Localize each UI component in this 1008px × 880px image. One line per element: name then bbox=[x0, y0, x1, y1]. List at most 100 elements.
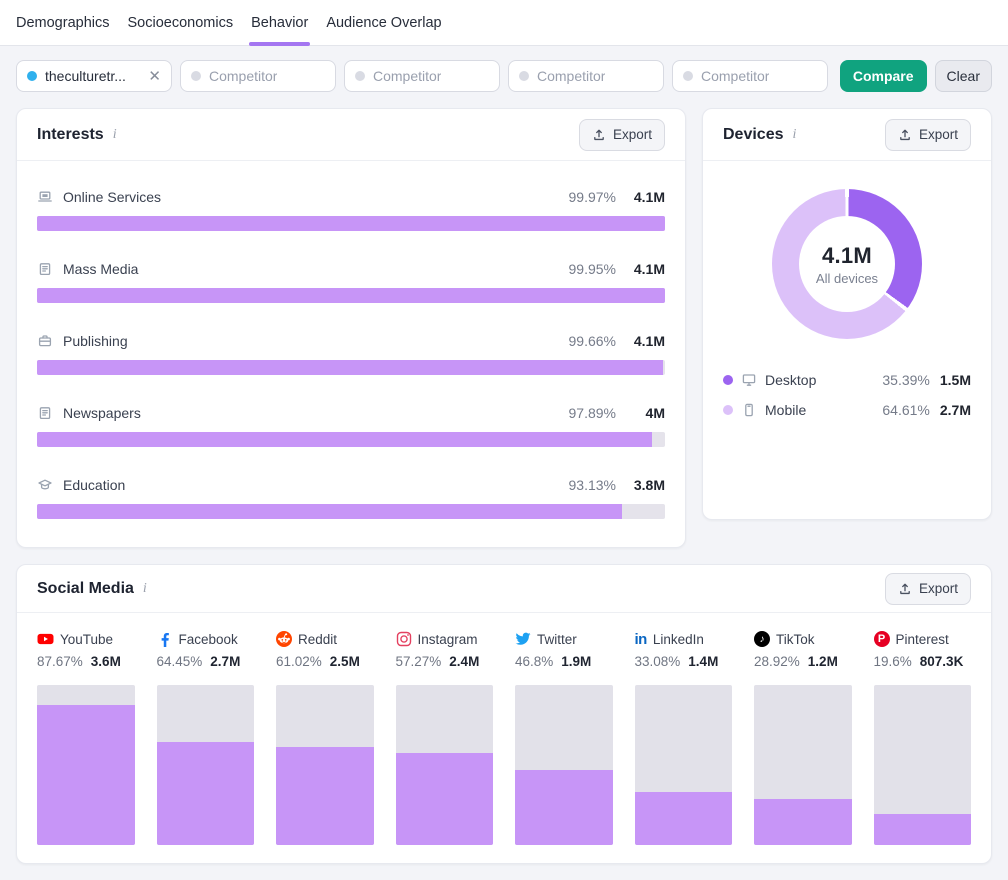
platform-value: 807.3K bbox=[920, 654, 964, 669]
compare-button[interactable]: Compare bbox=[840, 60, 927, 92]
info-icon[interactable]: i bbox=[113, 127, 117, 143]
tab-behavior[interactable]: Behavior bbox=[251, 0, 308, 46]
interests-panel: Interests i Export bbox=[16, 108, 686, 548]
donut-center: 4.1M All devices bbox=[799, 216, 895, 312]
interests-title: Interests bbox=[37, 126, 104, 144]
selected-domain-label: theculturetr... bbox=[45, 68, 126, 84]
devices-export-button[interactable]: Export bbox=[885, 119, 971, 151]
competitor-placeholder: Competitor bbox=[209, 68, 277, 84]
social-column-linkedin: in LinkedIn 33.08% 1.4M bbox=[635, 629, 733, 845]
interest-label: Education bbox=[63, 477, 125, 493]
competitor-dot-icon bbox=[519, 71, 529, 81]
legend-row-mobile[interactable]: Mobile 64.61% 2.7M bbox=[723, 395, 971, 425]
platform-name: Facebook bbox=[179, 632, 238, 647]
remove-domain-icon[interactable]: ✕ bbox=[148, 69, 161, 84]
news-icon bbox=[37, 261, 53, 277]
platform-percent: 64.45% bbox=[157, 654, 203, 669]
competitor-placeholder: Competitor bbox=[701, 68, 769, 84]
social-column-instagram: Instagram 57.27% 2.4M bbox=[396, 629, 494, 845]
competitor-input-3[interactable]: Competitor bbox=[508, 60, 664, 92]
platform-name: Reddit bbox=[298, 632, 337, 647]
social-columns: YouTube 87.67% 3.6M Facebook bbox=[17, 613, 991, 863]
platform-percent: 61.02% bbox=[276, 654, 322, 669]
platform-percent: 19.6% bbox=[874, 654, 912, 669]
main-content: Interests i Export bbox=[0, 92, 1008, 880]
platform-value: 1.4M bbox=[688, 654, 718, 669]
competitor-input-4[interactable]: Competitor bbox=[672, 60, 828, 92]
platform-value: 2.7M bbox=[210, 654, 240, 669]
tab-audience-overlap[interactable]: Audience Overlap bbox=[326, 0, 441, 46]
social-bar-fill bbox=[157, 742, 255, 845]
interest-value: 4.1M bbox=[629, 189, 665, 205]
export-icon bbox=[898, 582, 912, 596]
social-export-button[interactable]: Export bbox=[885, 573, 971, 605]
social-header: Social Media i Export bbox=[17, 565, 991, 613]
competitor-dot-icon bbox=[683, 71, 693, 81]
selected-domain-chip[interactable]: theculturetr... ✕ bbox=[16, 60, 172, 92]
interest-bar-fill bbox=[37, 288, 665, 303]
interest-bar-track bbox=[37, 432, 665, 447]
social-media-panel: Social Media i Export YouTube bbox=[16, 564, 992, 864]
competitor-input-1[interactable]: Competitor bbox=[180, 60, 336, 92]
clear-button[interactable]: Clear bbox=[935, 60, 992, 92]
interests-export-button[interactable]: Export bbox=[579, 119, 665, 151]
legend-dot bbox=[723, 405, 733, 415]
social-column-reddit: Reddit 61.02% 2.5M bbox=[276, 629, 374, 845]
domain-dot-icon bbox=[27, 71, 37, 81]
interests-list: Online Services 99.97% 4.1M bbox=[17, 161, 685, 547]
interest-value: 3.8M bbox=[629, 477, 665, 493]
interest-bar-track bbox=[37, 360, 665, 375]
reddit-icon bbox=[276, 631, 292, 647]
export-label: Export bbox=[919, 581, 958, 596]
platform-value: 3.6M bbox=[91, 654, 121, 669]
platform-name: TikTok bbox=[776, 632, 815, 647]
info-icon[interactable]: i bbox=[143, 581, 147, 597]
social-bar-track bbox=[874, 685, 972, 845]
legend-row-desktop[interactable]: Desktop 35.39% 1.5M bbox=[723, 365, 971, 395]
interest-percent: 99.66% bbox=[569, 333, 616, 349]
interest-percent: 99.97% bbox=[569, 189, 616, 205]
tab-demographics[interactable]: Demographics bbox=[16, 0, 110, 46]
linkedin-icon: in bbox=[635, 631, 647, 648]
interest-value: 4.1M bbox=[629, 333, 665, 349]
social-column-youtube: YouTube 87.67% 3.6M bbox=[37, 629, 135, 845]
social-bar-fill bbox=[515, 770, 613, 845]
interest-label: Mass Media bbox=[63, 261, 138, 277]
competitor-dot-icon bbox=[191, 71, 201, 81]
interest-percent: 93.13% bbox=[569, 477, 616, 493]
tab-socioeconomics[interactable]: Socioeconomics bbox=[128, 0, 234, 46]
platform-name: YouTube bbox=[60, 632, 113, 647]
social-bar-fill bbox=[396, 753, 494, 845]
interest-row: Online Services 99.97% 4.1M bbox=[37, 187, 665, 231]
social-bar-fill bbox=[276, 747, 374, 845]
competitor-input-2[interactable]: Competitor bbox=[344, 60, 500, 92]
export-icon bbox=[898, 128, 912, 142]
devices-title: Devices bbox=[723, 126, 784, 144]
social-bar-track bbox=[157, 685, 255, 845]
interest-value: 4.1M bbox=[629, 261, 665, 277]
platform-percent: 57.27% bbox=[396, 654, 442, 669]
tabs-bar: Demographics Socioeconomics Behavior Aud… bbox=[0, 0, 1008, 46]
social-bar-fill bbox=[37, 705, 135, 845]
interest-row: Mass Media 99.95% 4.1M bbox=[37, 259, 665, 303]
laptop-icon bbox=[37, 189, 53, 205]
briefcase-icon bbox=[37, 333, 53, 349]
legend-dot bbox=[723, 375, 733, 385]
interest-percent: 99.95% bbox=[569, 261, 616, 277]
social-bar-track bbox=[515, 685, 613, 845]
legend-value: 1.5M bbox=[940, 372, 971, 388]
social-bar-track bbox=[635, 685, 733, 845]
platform-percent: 46.8% bbox=[515, 654, 553, 669]
social-bar-fill bbox=[874, 814, 972, 845]
devices-donut-chart: 4.1M All devices bbox=[772, 189, 922, 339]
info-icon[interactable]: i bbox=[793, 127, 797, 143]
devices-body: 4.1M All devices Desktop 35.39% 1.5M bbox=[703, 161, 991, 425]
platform-percent: 28.92% bbox=[754, 654, 800, 669]
legend-value: 2.7M bbox=[940, 402, 971, 418]
social-bar-track bbox=[754, 685, 852, 845]
interest-bar-fill bbox=[37, 360, 663, 375]
interest-bar-fill bbox=[37, 504, 622, 519]
devices-panel: Devices i Export 4.1M All device bbox=[702, 108, 992, 520]
interest-percent: 97.89% bbox=[569, 405, 616, 421]
legend-percent: 64.61% bbox=[882, 402, 929, 418]
